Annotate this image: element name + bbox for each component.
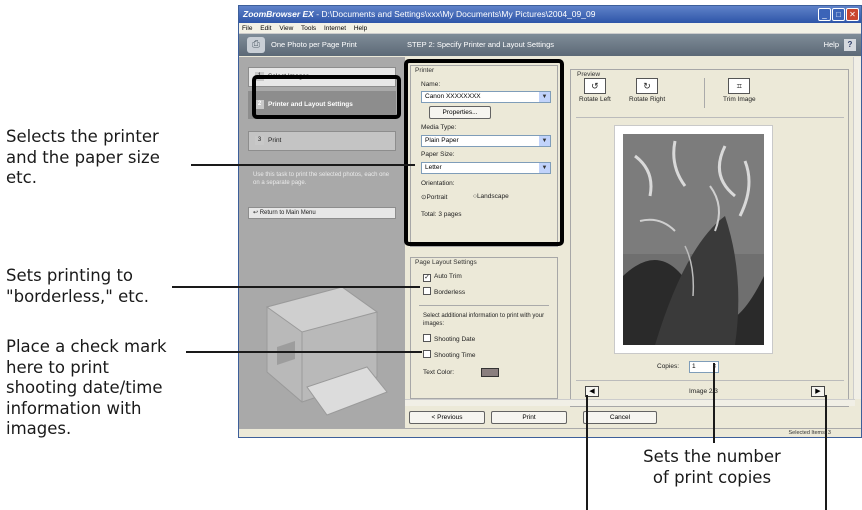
horizontal-scrollbar[interactable] — [405, 399, 855, 406]
app-name: ZoomBrowser EX — [243, 9, 314, 19]
rotate-right-label: Rotate Right — [629, 96, 666, 103]
help-link[interactable]: Help — [824, 34, 839, 56]
page-layout-title: Page Layout Settings — [415, 259, 477, 266]
menu-internet[interactable]: Internet — [324, 25, 346, 32]
menu-bar: File Edit View Tools Internet Help — [239, 23, 861, 34]
shooting-date-label: Shooting Date — [434, 336, 476, 343]
page-layout-group: Page Layout Settings ✓ Auto Trim Borderle… — [410, 257, 558, 399]
borderless-label: Borderless — [434, 289, 466, 296]
title-bar: ZoomBrowser EX - D:\Documents and Settin… — [239, 6, 861, 23]
callout-line: Sets printing to — [6, 266, 134, 285]
window-controls: _ □ ✕ — [818, 8, 859, 21]
rotate-left-label: Rotate Left — [579, 96, 611, 103]
task-description: Use this task to print the selected phot… — [253, 172, 390, 186]
borderless-checkbox[interactable]: Borderless — [423, 287, 465, 296]
printer-highlight-box — [404, 59, 564, 246]
callout-line: of print copies — [652, 468, 772, 487]
divider — [576, 380, 844, 381]
copies-label: Copies: — [657, 363, 680, 370]
step-number: 3 — [255, 135, 264, 145]
step-title: STEP 2: Specify Printer and Layout Setti… — [407, 40, 555, 49]
rotate-left-icon: ↺ — [583, 78, 606, 94]
copies-value: 1 — [692, 363, 696, 370]
trim-image-button[interactable]: ⌗ Trim Image — [723, 78, 756, 103]
text-color-swatch[interactable] — [481, 368, 499, 377]
print-preview-image — [614, 125, 773, 354]
auto-trim-label: Auto Trim — [434, 273, 462, 280]
next-image-button[interactable]: ▶ — [811, 386, 825, 397]
task-header: ⎙ One Photo per Page Print STEP 2: Speci… — [239, 34, 861, 56]
cancel-button[interactable]: Cancel — [583, 411, 657, 424]
printer-callout: Selects the printer and the paper size e… — [6, 127, 160, 189]
rotate-right-icon: ↻ — [636, 78, 659, 94]
callout-line: shooting date/time — [6, 378, 163, 397]
divider — [419, 305, 549, 306]
trim-image-label: Trim Image — [723, 96, 756, 103]
callout-line: and the paper size — [6, 147, 160, 167]
callout-line: Sets the number — [643, 447, 781, 466]
menu-view[interactable]: View — [279, 25, 293, 32]
return-label: Return to Main Menu — [259, 210, 316, 216]
return-icon: ↩ — [253, 210, 259, 216]
step-label: Print — [268, 137, 282, 144]
trim-icon: ⌗ — [728, 78, 751, 94]
borderless-leader-line — [172, 286, 420, 288]
text-color-label: Text Color: — [423, 369, 455, 376]
rotate-right-button[interactable]: ↻ Rotate Right — [629, 78, 665, 103]
printer-illustration — [265, 286, 388, 416]
checkbox-unchecked-icon — [423, 350, 431, 358]
menu-file[interactable]: File — [242, 25, 252, 32]
rotate-left-button[interactable]: ↺ Rotate Left — [579, 78, 611, 103]
callout-line: images. — [6, 419, 72, 438]
menu-tools[interactable]: Tools — [301, 25, 316, 32]
shooting-time-checkbox[interactable]: Shooting Time — [423, 350, 476, 359]
vertical-scrollbar[interactable] — [853, 57, 861, 399]
checkbox-unchecked-icon — [423, 287, 431, 295]
copies-leader-line — [713, 363, 715, 443]
maximize-icon[interactable]: □ — [832, 8, 845, 21]
checkbox-checked-icon: ✓ — [423, 274, 431, 282]
print-button[interactable]: Print — [491, 411, 567, 424]
window-path: - D:\Documents and Settings\xxx\My Docum… — [313, 9, 596, 19]
callout-line: "borderless," etc. — [6, 286, 150, 306]
preview-panel: Preview ↺ Rotate Left ↻ Rotate Right ⌗ T… — [570, 69, 849, 407]
photo-preview — [623, 134, 764, 345]
checkbox-unchecked-icon — [423, 334, 431, 342]
minimize-icon[interactable]: _ — [818, 8, 831, 21]
additional-info-text: Select additional information to print w… — [423, 313, 545, 327]
menu-help[interactable]: Help — [354, 25, 367, 32]
next-image-leader-line — [825, 395, 827, 510]
printer-leader-line — [191, 164, 415, 166]
toolbar-divider — [704, 78, 705, 108]
borderless-callout: Sets printing to "borderless," etc. — [6, 266, 149, 307]
callout-line: information with — [6, 398, 142, 418]
step-print[interactable]: 3 Print — [248, 131, 396, 151]
shooting-time-label: Shooting Time — [434, 352, 476, 359]
divider — [576, 117, 844, 118]
help-icon[interactable]: ? — [844, 39, 856, 51]
auto-trim-checkbox[interactable]: ✓ Auto Trim — [423, 273, 462, 282]
task-title: One Photo per Page Print — [271, 40, 357, 49]
callout-line: Place a check mark — [6, 337, 167, 356]
status-bar: Selected Items: 3 — [239, 428, 861, 437]
previous-button[interactable]: < Previous — [409, 411, 485, 424]
close-icon[interactable]: ✕ — [846, 8, 859, 21]
return-main-menu-button[interactable]: ↩ Return to Main Menu — [248, 207, 396, 219]
preview-title: Preview — [577, 71, 601, 78]
previous-image-leader-line — [586, 395, 588, 510]
callout-line: Selects the printer — [6, 127, 159, 146]
shooting-date-checkbox[interactable]: Shooting Date — [423, 334, 475, 343]
callout-line: etc. — [6, 168, 37, 187]
shooting-date-callout: Place a check mark here to print shootin… — [6, 337, 167, 440]
menu-edit[interactable]: Edit — [260, 25, 271, 32]
callout-line: here to print — [6, 357, 110, 377]
print-task-icon: ⎙ — [247, 37, 265, 53]
step-highlight-box — [252, 75, 401, 119]
copies-callout: Sets the number of print copies — [612, 446, 812, 488]
shooting-date-leader-line — [186, 351, 422, 353]
